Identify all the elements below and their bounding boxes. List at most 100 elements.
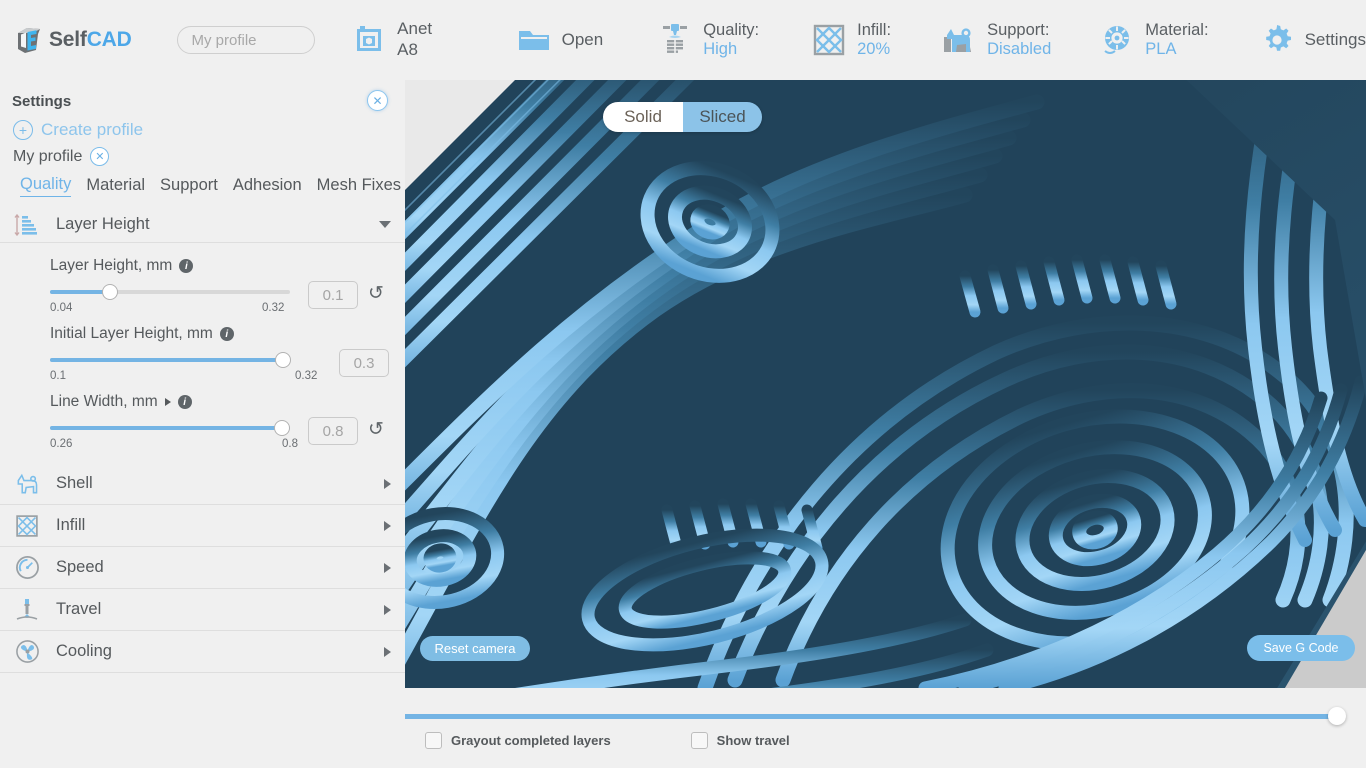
profile-input[interactable]: My profile (176, 26, 316, 54)
travel-icon (12, 597, 42, 623)
printer-icon (351, 22, 387, 58)
reset-icon[interactable]: ↺ (368, 281, 384, 307)
sidebar-item-shell-label: Shell (56, 474, 93, 492)
chevron-right-icon[interactable] (384, 478, 391, 489)
create-profile-label: Create profile (41, 120, 144, 139)
line-width-value[interactable]: 0.8 (308, 417, 358, 445)
reset-icon[interactable]: ↺ (368, 417, 384, 443)
toolbar-item-open[interactable]: Open (516, 9, 604, 71)
view-mode-solid[interactable]: Solid (603, 102, 683, 132)
slider-max-label: 0.32 (262, 302, 285, 314)
toolbar-item-infill[interactable]: Infill: 20% (811, 9, 891, 71)
param-initial-layer-height: Initial Layer Height, mm i 0.1 0.32 0.3 (0, 325, 405, 382)
chevron-right-icon[interactable] (384, 520, 391, 531)
folder-icon (516, 22, 552, 58)
chevron-down-icon[interactable] (379, 221, 391, 228)
layer-height-slider[interactable]: 0.04 0.32 (50, 281, 290, 314)
toolbar-item-material[interactable]: Material: PLA (1099, 9, 1209, 71)
logo-self-text: Self (49, 28, 87, 51)
slider-min-label: 0.04 (50, 302, 73, 314)
section-layer-height-label: Layer Height (56, 215, 150, 233)
checkbox-show-travel-label: Show travel (716, 733, 790, 748)
info-icon[interactable]: i (177, 395, 192, 409)
sidebar-item-cooling-label: Cooling (56, 642, 112, 660)
reset-camera-button[interactable]: Reset camera (420, 636, 530, 661)
viewer-options: Grayout completed layers Show travel (425, 732, 790, 749)
param-line-width-label-row: Line Width, mm i (50, 393, 393, 411)
param-layer-height-label-row: Layer Height, mm i (50, 257, 393, 275)
tab-material[interactable]: Material (86, 176, 145, 197)
logo-cad-text: CAD (86, 28, 132, 51)
checkbox-show-travel[interactable]: Show travel (690, 732, 790, 749)
sidebar-item-travel[interactable]: Travel (0, 589, 405, 631)
model-viewport[interactable]: Solid Sliced Reset camera Save G Code (405, 80, 1366, 688)
bottom-bar: Grayout completed layers Show travel (405, 688, 1366, 768)
param-line-width: Line Width, mm i 0.26 0.8 0.8 ↺ (0, 393, 405, 450)
toolbar-item-support[interactable]: Support: Disabled (941, 9, 1051, 71)
chevron-right-icon[interactable] (384, 562, 391, 573)
slider-min-label: 0.1 (50, 370, 66, 382)
selfcad-slicer-window: SelfCAD My profile Anet A8 Open Quality:… (0, 0, 1366, 768)
slider-knob[interactable] (275, 352, 291, 368)
toolbar-material-value: PLA (1145, 40, 1177, 58)
param-initial-layer-height-label: Initial Layer Height, mm (50, 325, 213, 342)
info-icon[interactable]: i (219, 327, 234, 341)
toolbar-item-settings[interactable]: Settings (1259, 9, 1366, 71)
tab-support[interactable]: Support (160, 176, 218, 197)
gear-icon (1259, 22, 1295, 58)
section-layer-height[interactable]: Layer Height (0, 207, 405, 243)
checkbox-box[interactable] (690, 732, 708, 749)
chevron-right-icon[interactable] (164, 398, 171, 406)
sidebar-item-cooling[interactable]: Cooling (0, 631, 405, 673)
slider-fill (50, 426, 290, 430)
spool-icon (1099, 22, 1135, 58)
line-width-slider[interactable]: 0.26 0.8 (50, 417, 298, 450)
settings-tabs: Quality Material Support Adhesion Mesh F… (20, 175, 405, 197)
layer-height-icon (12, 212, 42, 238)
slider-knob[interactable] (102, 284, 118, 300)
selfcad-logo-icon (14, 25, 44, 55)
param-layer-height: Layer Height, mm i 0.04 0.32 0.1 ↺ (0, 257, 405, 314)
close-icon[interactable]: ✕ (367, 90, 388, 111)
slider-knob[interactable] (274, 420, 290, 436)
toolbar-open-label: Open (561, 29, 604, 49)
tab-adhesion[interactable]: Adhesion (233, 176, 302, 197)
save-gcode-button[interactable]: Save G Code (1247, 635, 1355, 661)
chevron-right-icon[interactable] (384, 604, 391, 615)
initial-layer-height-slider[interactable]: 0.1 0.32 (50, 349, 317, 382)
checkbox-grayout-completed-layers[interactable]: Grayout completed layers (425, 732, 611, 749)
slider-max-label: 0.32 (295, 370, 318, 382)
toolbar-item-quality[interactable]: Quality: High (657, 9, 759, 71)
create-profile-button[interactable]: + Create profile (13, 120, 405, 140)
app-logo[interactable]: SelfCAD (14, 25, 153, 55)
toolbar-item-printer[interactable]: Anet A8 (351, 9, 455, 71)
param-line-width-label: Line Width, mm (50, 393, 158, 410)
sidebar-item-shell[interactable]: Shell (0, 463, 405, 505)
tab-mesh-fixes[interactable]: Mesh Fixes (317, 176, 401, 197)
settings-sidebar: Settings ✕ + Create profile My profile ✕… (0, 80, 405, 768)
checkbox-box[interactable] (425, 732, 442, 749)
chevron-right-icon[interactable] (384, 646, 391, 657)
sidebar-item-speed[interactable]: Speed (0, 547, 405, 589)
sidebar-item-infill[interactable]: Infill (0, 505, 405, 547)
view-mode-sliced[interactable]: Sliced (683, 102, 762, 132)
remove-profile-icon[interactable]: ✕ (90, 147, 110, 166)
param-initial-layer-height-label-row: Initial Layer Height, mm i (50, 325, 393, 343)
speedometer-icon (12, 555, 42, 580)
layer-range-slider[interactable] (405, 707, 1346, 725)
layer-height-value[interactable]: 0.1 (308, 281, 358, 309)
toolbar-settings-label: Settings (1304, 29, 1366, 49)
param-initial-layer-height-control: 0.1 0.32 0.3 (50, 349, 393, 382)
toolbar-quality-label: Quality: (703, 20, 760, 39)
sidebar-item-speed-label: Speed (56, 558, 104, 576)
collapsed-sections: Shell Infill Speed Travel Cooling (0, 463, 405, 673)
layer-slider-knob[interactable] (1328, 707, 1346, 725)
slider-min-label: 0.26 (50, 438, 73, 450)
info-icon[interactable]: i (179, 259, 194, 273)
toolbar-printer-label: Anet A8 (397, 19, 433, 59)
checkbox-grayout-label: Grayout completed layers (451, 733, 611, 748)
tab-quality[interactable]: Quality (20, 175, 72, 197)
initial-layer-height-value[interactable]: 0.3 (339, 349, 389, 377)
support-dog-icon (941, 22, 977, 58)
sidebar-item-infill-label: Infill (56, 516, 86, 534)
